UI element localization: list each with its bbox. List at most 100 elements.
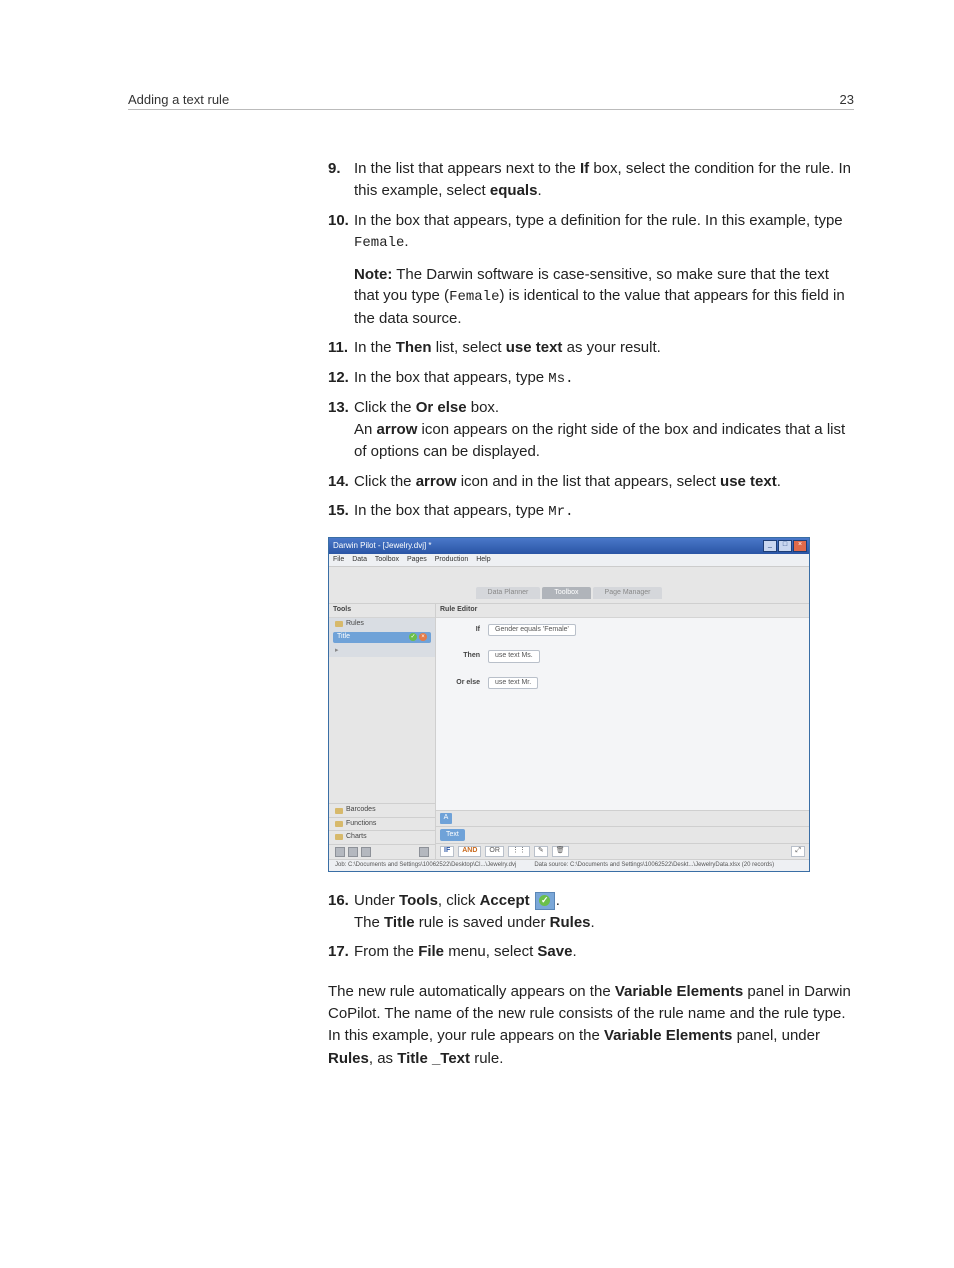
- step-number: 9.: [328, 158, 341, 180]
- code: Mr.: [548, 504, 573, 520]
- cancel-icon[interactable]: ×: [419, 633, 427, 641]
- window-title: Darwin Pilot - [Jewelry.dvj] *: [333, 541, 432, 551]
- menu-toolbox[interactable]: Toolbox: [375, 556, 399, 563]
- bold: use text: [720, 473, 777, 490]
- trash-icon[interactable]: 🗑: [552, 846, 569, 856]
- text-button[interactable]: Text: [440, 829, 465, 841]
- if-label: If: [446, 626, 480, 634]
- menu-pages[interactable]: Pages: [407, 556, 427, 563]
- bold: equals: [490, 182, 538, 199]
- if-chip[interactable]: IF: [440, 846, 454, 856]
- tools-footer: [329, 844, 435, 859]
- bold: Title: [384, 914, 415, 931]
- menu-file[interactable]: File: [333, 556, 344, 563]
- tab-data-planner[interactable]: Data Planner: [476, 587, 541, 599]
- then-row: Then use text Ms.: [446, 650, 799, 662]
- text: From the: [354, 943, 418, 960]
- rule-title-item[interactable]: Title ✓ ×: [333, 632, 431, 642]
- rule-editor-panel: Rule Editor If Gender equals 'Female' Th…: [436, 604, 809, 858]
- text: .: [556, 892, 560, 909]
- editor-toolbar: A: [436, 810, 809, 826]
- note: Note: The Darwin software is case-sensit…: [354, 264, 854, 330]
- close-icon[interactable]: ×: [793, 540, 807, 552]
- text: menu, select: [444, 943, 537, 960]
- text: rule is saved under: [415, 914, 550, 931]
- step-14: 14. Click the arrow icon and in the list…: [328, 471, 854, 493]
- if-row: If Gender equals 'Female': [446, 624, 799, 636]
- step-number: 14.: [328, 471, 349, 493]
- text: In the list that appears next to the: [354, 160, 580, 177]
- text: The new rule automatically appears on th…: [328, 983, 615, 1000]
- bold: Title _Text: [397, 1050, 470, 1067]
- bold: arrow: [416, 473, 457, 490]
- minimize-icon[interactable]: _: [763, 540, 777, 552]
- folder-icon: [335, 834, 343, 840]
- bold: Variable Elements: [604, 1027, 732, 1044]
- window-titlebar: Darwin Pilot - [Jewelry.dvj] * _ □ ×: [329, 538, 809, 554]
- text: Click the: [354, 399, 416, 416]
- editor-toolbar-3: IF AND OR ⋮⋮ ✎ 🗑 ⤢: [436, 843, 809, 858]
- text: panel, under: [732, 1027, 820, 1044]
- square-icon[interactable]: [361, 847, 371, 857]
- step-number: 13.: [328, 397, 349, 419]
- expand-row[interactable]: ▸: [329, 645, 435, 657]
- bold: Rules: [328, 1050, 369, 1067]
- menu-production[interactable]: Production: [435, 556, 468, 563]
- text: box.: [467, 399, 500, 416]
- orelse-value[interactable]: use text Mr.: [488, 677, 538, 689]
- text: icon appears on the right side of the bo…: [354, 421, 845, 460]
- menu-help[interactable]: Help: [476, 556, 490, 563]
- square-icon[interactable]: [335, 847, 345, 857]
- content-area: 9. In the list that appears next to the …: [328, 158, 854, 1070]
- tools-barcodes[interactable]: Barcodes: [329, 803, 435, 816]
- bold: Save: [537, 943, 572, 960]
- closing-paragraph: The new rule automatically appears on th…: [328, 981, 854, 1070]
- or-chip[interactable]: OR: [485, 846, 504, 856]
- rule-label: Title: [337, 633, 350, 641]
- rule-editor-header: Rule Editor: [436, 604, 809, 617]
- step-number: 15.: [328, 500, 349, 522]
- folder-icon: [335, 808, 343, 814]
- bold: Then: [396, 339, 432, 356]
- step-number: 16.: [328, 890, 349, 912]
- text-a-icon[interactable]: A: [440, 813, 452, 824]
- text: icon and in the list that appears, selec…: [457, 473, 721, 490]
- tool-icon[interactable]: ✎: [534, 846, 548, 856]
- bold: Rules: [550, 914, 591, 931]
- then-value[interactable]: use text Ms.: [488, 650, 540, 662]
- bold: Or else: [416, 399, 467, 416]
- expand-icon[interactable]: ⤢: [791, 846, 805, 856]
- tools-functions[interactable]: Functions: [329, 817, 435, 830]
- text: Under: [354, 892, 399, 909]
- menu-bar: File Data Toolbox Pages Production Help: [329, 554, 809, 567]
- step-10: 10. In the box that appears, type a defi…: [328, 210, 854, 330]
- text: , as: [369, 1050, 397, 1067]
- tools-rules[interactable]: Rules: [329, 618, 435, 630]
- if-value[interactable]: Gender equals 'Female': [488, 624, 576, 636]
- bold: Variable Elements: [615, 983, 743, 1000]
- text: .: [777, 473, 781, 490]
- square-icon[interactable]: [348, 847, 358, 857]
- status-job: Job: C:\Documents and Settings\10062522\…: [335, 862, 516, 869]
- text: In the: [354, 339, 396, 356]
- bold: Accept: [480, 892, 530, 909]
- orelse-row: Or else use text Mr.: [446, 677, 799, 689]
- accept-icon[interactable]: ✓: [409, 633, 417, 641]
- maximize-icon[interactable]: □: [778, 540, 792, 552]
- app-window: Darwin Pilot - [Jewelry.dvj] * _ □ × Fil…: [328, 537, 810, 872]
- tool-icon[interactable]: ⋮⋮: [508, 846, 530, 856]
- text: list, select: [432, 339, 506, 356]
- window-controls: _ □ ×: [763, 540, 807, 552]
- note-label: Note:: [354, 266, 392, 283]
- text: In the box that appears, type a definiti…: [354, 212, 843, 229]
- tab-toolbox[interactable]: Toolbox: [542, 587, 590, 599]
- label: Barcodes: [346, 806, 376, 814]
- trash-icon[interactable]: [419, 847, 429, 857]
- and-chip[interactable]: AND: [458, 846, 481, 856]
- step-15: 15. In the box that appears, type Mr.: [328, 500, 854, 522]
- tools-charts[interactable]: Charts: [329, 830, 435, 843]
- menu-data[interactable]: Data: [352, 556, 367, 563]
- text: The: [354, 914, 384, 931]
- tab-page-manager[interactable]: Page Manager: [593, 587, 663, 599]
- tools-header: Tools: [329, 604, 435, 617]
